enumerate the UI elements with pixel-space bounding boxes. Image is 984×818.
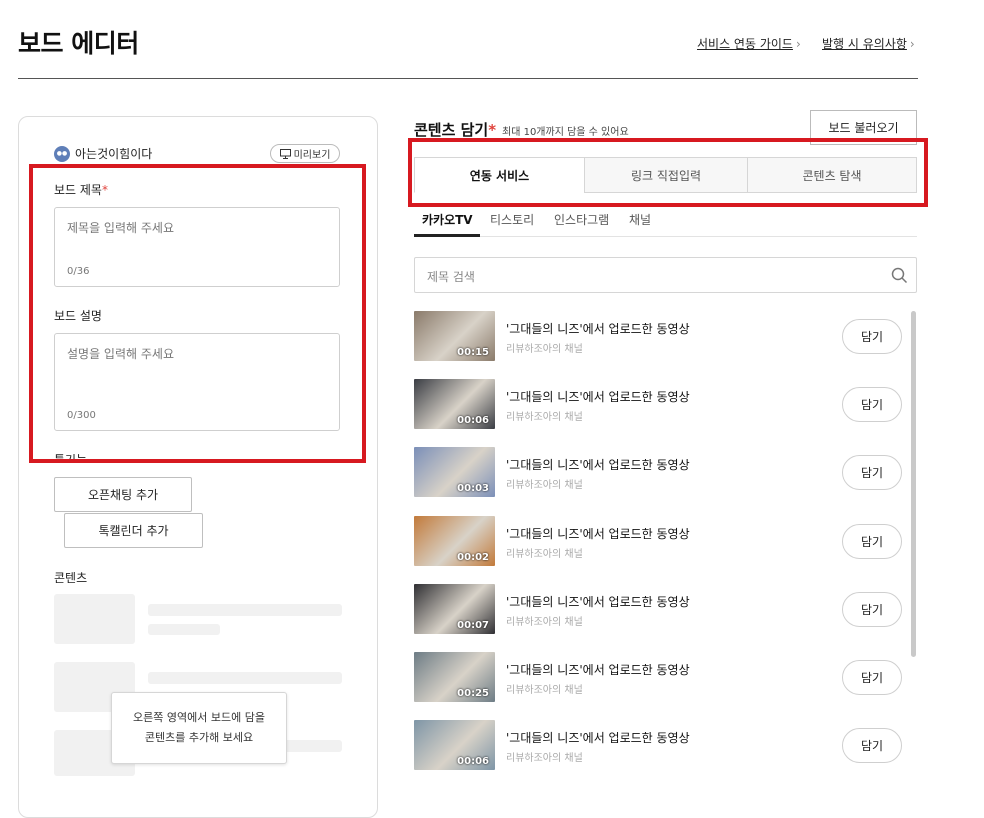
video-thumbnail[interactable]: 00:25 (414, 652, 495, 702)
video-duration: 00:15 (457, 347, 489, 358)
hint-line-2: 콘텐츠를 추가해 보세요 (144, 731, 254, 744)
publish-notice-link[interactable]: 발행 시 유의사항 › (822, 35, 915, 52)
preview-label: 미리보기 (293, 150, 331, 161)
service-guide-link-label: 서비스 연동 가이드 (697, 37, 793, 51)
contents-label: 콘텐츠 (54, 571, 88, 585)
video-title: '그대들의 니즈'에서 업로드한 동영상 (506, 322, 690, 336)
profile: ●● 아는것이힘이다 (54, 145, 152, 162)
board-desc-input[interactable]: 설명을 입력해 주세요 0/300 (54, 333, 340, 431)
video-thumbnail[interactable]: 00:03 (414, 447, 495, 497)
video-title: '그대들의 니즈'에서 업로드한 동영상 (506, 458, 690, 472)
chevron-right-icon: › (909, 37, 915, 51)
board-title-input[interactable]: 제목을 입력해 주세요 0/36 (54, 207, 340, 287)
video-title: '그대들의 니즈'에서 업로드한 동영상 (506, 663, 690, 677)
video-channel: 리뷰하조아의 채널 (506, 685, 583, 696)
tools-label: 툴기능 (54, 453, 88, 460)
open-chat-add-button[interactable]: 오픈채팅 추가 (54, 477, 192, 512)
add-content-button[interactable]: 담기 (842, 455, 902, 490)
subtab-channel[interactable]: 채널 (629, 211, 651, 228)
add-content-button[interactable]: 담기 (842, 592, 902, 627)
add-content-button[interactable]: 담기 (842, 728, 902, 763)
board-title-label: 보드 제목* (54, 181, 108, 198)
board-desc-label: 보드 설명 (54, 309, 102, 323)
add-content-button[interactable]: 담기 (842, 319, 902, 354)
video-duration: 00:06 (457, 415, 489, 426)
add-content-button[interactable]: 담기 (842, 660, 902, 695)
tab-content-explore[interactable]: 콘텐츠 탐색 (747, 157, 917, 193)
video-channel: 리뷰하조아의 채널 (506, 617, 583, 628)
service-guide-link[interactable]: 서비스 연동 가이드 › (697, 35, 801, 52)
board-title-count: 0/36 (67, 266, 90, 277)
tab-direct-link[interactable]: 링크 직접입력 (584, 157, 748, 193)
video-title: '그대들의 니즈'에서 업로드한 동영상 (506, 527, 690, 541)
video-duration: 00:02 (457, 552, 489, 563)
subtab-instagram[interactable]: 인스타그램 (554, 211, 609, 228)
chevron-right-icon: › (795, 37, 801, 51)
required-mark: * (101, 183, 108, 197)
video-channel: 리뷰하조아의 채널 (506, 412, 583, 423)
contents-title: 콘텐츠 담기* (414, 119, 496, 140)
preview-button[interactable]: 미리보기 (270, 144, 340, 163)
add-content-button[interactable]: 담기 (842, 524, 902, 559)
video-channel: 리뷰하조아의 채널 (506, 549, 583, 560)
video-thumbnail[interactable]: 00:15 (414, 311, 495, 361)
contents-subtitle: 최대 10개까지 담을 수 있어요 (502, 127, 629, 138)
video-duration: 00:03 (457, 483, 489, 494)
video-channel: 리뷰하조아의 채널 (506, 344, 583, 355)
avatar: ●● (54, 145, 70, 162)
skeleton-line (148, 672, 342, 684)
required-mark: * (488, 121, 497, 139)
skeleton-line (148, 604, 342, 616)
title-search-input[interactable]: 제목 검색 (414, 257, 917, 293)
page-title: 보드 에디터 (18, 29, 139, 58)
video-title: '그대들의 니즈'에서 업로드한 동영상 (506, 390, 690, 404)
profile-name: 아는것이힘이다 (75, 147, 153, 161)
video-thumbnail[interactable]: 00:02 (414, 516, 495, 566)
load-board-button[interactable]: 보드 불러오기 (810, 110, 917, 145)
video-thumbnail[interactable]: 00:07 (414, 584, 495, 634)
publish-notice-link-label: 발행 시 유의사항 (822, 37, 907, 51)
video-duration: 00:25 (457, 688, 489, 699)
video-duration: 00:07 (457, 620, 489, 631)
talk-calendar-add-button[interactable]: 톡캘린더 추가 (64, 513, 203, 548)
empty-contents-hint: 오른쪽 영역에서 보드에 담을 콘텐츠를 추가해 보세요 (111, 692, 287, 764)
video-thumbnail[interactable]: 00:06 (414, 720, 495, 770)
board-title-label-text: 보드 제목 (54, 183, 102, 197)
monitor-icon (279, 148, 291, 159)
video-channel: 리뷰하조아의 채널 (506, 753, 583, 764)
video-thumbnail[interactable]: 00:06 (414, 379, 495, 429)
add-content-button[interactable]: 담기 (842, 387, 902, 422)
skeleton-line (148, 624, 220, 635)
title-divider (18, 78, 918, 79)
board-title-placeholder: 제목을 입력해 주세요 (67, 221, 174, 235)
subtab-tistory[interactable]: 티스토리 (490, 211, 534, 228)
board-desc-count: 0/300 (67, 410, 96, 421)
list-scrollbar[interactable] (911, 311, 916, 657)
contents-title-text: 콘텐츠 담기 (414, 121, 489, 139)
search-icon[interactable] (891, 267, 908, 284)
video-duration: 00:06 (457, 756, 489, 767)
search-placeholder: 제목 검색 (427, 270, 475, 284)
video-title: '그대들의 니즈'에서 업로드한 동영상 (506, 595, 690, 609)
video-channel: 리뷰하조아의 채널 (506, 480, 583, 491)
subtab-kakaotv[interactable]: 카카오TV (422, 211, 473, 228)
tab-linked-services[interactable]: 연동 서비스 (414, 157, 585, 193)
video-title: '그대들의 니즈'에서 업로드한 동영상 (506, 731, 690, 745)
subtab-active-indicator (414, 234, 480, 237)
board-desc-placeholder: 설명을 입력해 주세요 (67, 347, 174, 361)
subtab-divider (414, 236, 917, 237)
hint-line-1: 오른쪽 영역에서 보드에 담을 (133, 711, 265, 724)
skeleton-thumb (54, 594, 135, 644)
